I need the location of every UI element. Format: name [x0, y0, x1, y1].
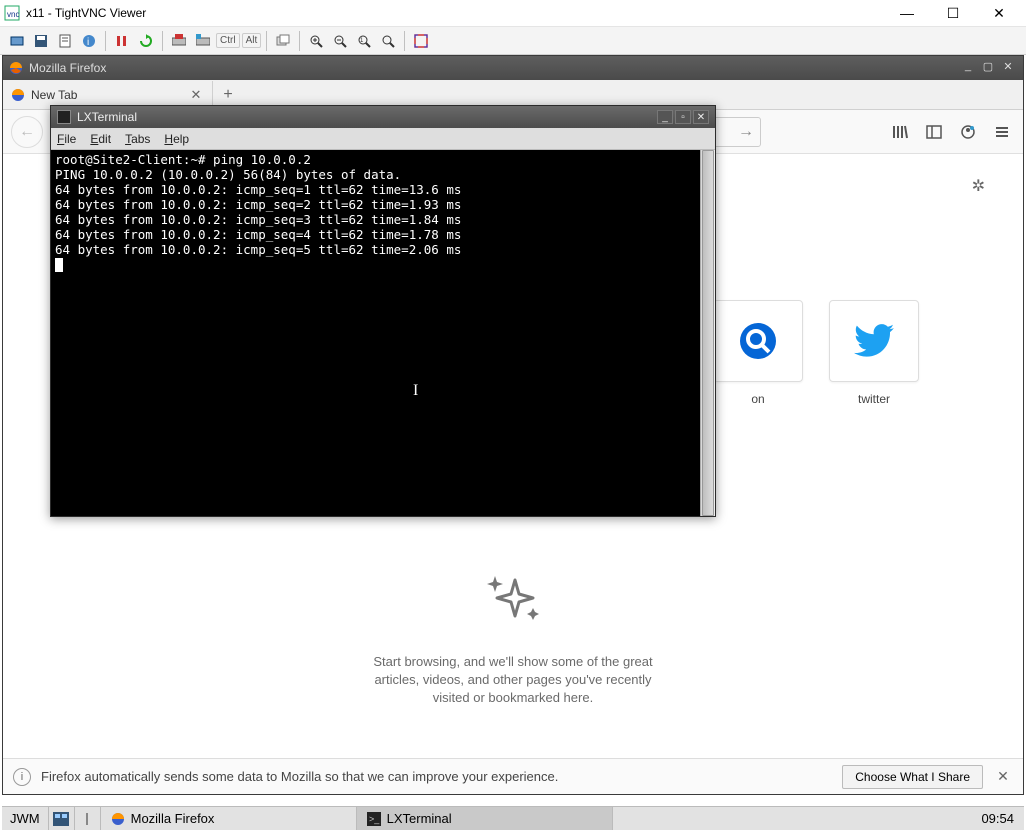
firefox-tab-icon — [11, 88, 25, 102]
vnc-cad-icon[interactable] — [168, 30, 190, 52]
vnc-title: x11 - TightVNC Viewer — [26, 6, 884, 20]
firefox-tab-label: New Tab — [31, 88, 182, 102]
menu-edit[interactable]: Edit — [90, 132, 111, 146]
firefox-infobar: i Firefox automatically sends some data … — [3, 758, 1023, 794]
sparkle-icon — [358, 574, 668, 639]
terminal-output[interactable]: root@Site2-Client:~# ping 10.0.0.2 PING … — [51, 150, 700, 516]
menu-file[interactable]: File — [57, 132, 76, 146]
info-icon: i — [13, 768, 31, 786]
lxterminal-menubar: File Edit Tabs Help — [51, 128, 715, 150]
tightvnc-icon: vnc — [4, 5, 20, 21]
firefox-icon — [9, 61, 23, 75]
show-desktop-icon[interactable] — [49, 807, 75, 830]
lxterminal-window: LXTerminal _ ▫ ✕ File Edit Tabs Help roo… — [50, 105, 716, 517]
vnc-new-connection-icon[interactable] — [6, 30, 28, 52]
terminal-icon: >_ — [367, 812, 381, 826]
highlights-text: articles, videos, and other pages you've… — [358, 671, 668, 689]
vnc-close-button[interactable]: ✕ — [976, 0, 1022, 27]
lxterminal-title: LXTerminal — [77, 110, 655, 124]
tray-separator-icon — [75, 807, 101, 830]
terminal-body[interactable]: root@Site2-Client:~# ping 10.0.0.2 PING … — [51, 150, 715, 516]
firefox-icon — [111, 812, 125, 826]
menu-tabs[interactable]: Tabs — [125, 132, 150, 146]
menu-icon[interactable] — [989, 119, 1015, 145]
vnc-zoomout-icon[interactable] — [329, 30, 351, 52]
svg-text:>_: >_ — [369, 814, 380, 824]
vnc-ctrlesc-icon[interactable] — [192, 30, 214, 52]
highlights-empty: Start browsing, and we'll show some of t… — [358, 574, 668, 708]
highlights-text: Start browsing, and we'll show some of t… — [358, 653, 668, 671]
vnc-alt-key[interactable]: Alt — [242, 33, 262, 48]
vnc-save-icon[interactable] — [30, 30, 52, 52]
twitter-icon — [849, 316, 899, 366]
sidebar-icon[interactable] — [921, 119, 947, 145]
term-minimize-button[interactable]: _ — [657, 110, 673, 124]
taskbar-clock[interactable]: 09:54 — [971, 811, 1024, 826]
firefox-minimize-button[interactable]: _ — [959, 60, 977, 76]
firefox-title: Mozilla Firefox — [29, 61, 957, 75]
vnc-titlebar: vnc x11 - TightVNC Viewer — ☐ ✕ — [0, 0, 1026, 27]
vnc-fullscreen-icon[interactable] — [410, 30, 432, 52]
vnc-zoomauto-icon[interactable] — [377, 30, 399, 52]
tab-close-icon[interactable]: ✕ — [188, 87, 204, 103]
lxterminal-titlebar[interactable]: LXTerminal _ ▫ ✕ — [51, 106, 715, 128]
firefox-close-button[interactable]: ✕ — [999, 60, 1017, 76]
infobar-close-icon[interactable]: ✕ — [993, 767, 1013, 787]
term-maximize-button[interactable]: ▫ — [675, 110, 691, 124]
svg-text:vnc: vnc — [7, 10, 19, 19]
vnc-zoomin-icon[interactable] — [305, 30, 327, 52]
vnc-maximize-button[interactable]: ☐ — [930, 0, 976, 27]
choose-what-i-share-button[interactable]: Choose What I Share — [842, 765, 983, 789]
terminal-icon — [57, 110, 71, 124]
vnc-transfer-icon[interactable] — [272, 30, 294, 52]
terminal-cursor — [55, 258, 63, 272]
term-close-button[interactable]: ✕ — [693, 110, 709, 124]
taskbar-item-lxterminal[interactable]: >_ LXTerminal — [357, 807, 613, 830]
taskbar-item-label: LXTerminal — [387, 811, 452, 826]
topsite-tile[interactable]: twitter — [829, 300, 919, 406]
vnc-pause-icon[interactable] — [111, 30, 133, 52]
topsite-tile[interactable]: on — [713, 300, 803, 406]
topsite-tiles: on twitter — [713, 300, 919, 406]
text-cursor-icon: I — [413, 382, 418, 400]
vnc-minimize-button[interactable]: — — [884, 0, 930, 27]
svg-text:1: 1 — [360, 38, 364, 44]
vnc-toolbar: i Ctrl Alt 1 — [0, 27, 1026, 55]
terminal-scrollbar[interactable] — [700, 150, 715, 516]
account-icon[interactable] — [955, 119, 981, 145]
vnc-info-icon[interactable]: i — [78, 30, 100, 52]
vnc-ctrl-key[interactable]: Ctrl — [216, 33, 240, 48]
highlights-text: visited or bookmarked here. — [358, 689, 668, 707]
taskbar-item-label: Mozilla Firefox — [131, 811, 215, 826]
firefox-maximize-button[interactable]: ▢ — [979, 60, 997, 76]
firefox-titlebar[interactable]: Mozilla Firefox _ ▢ ✕ — [3, 56, 1023, 80]
vnc-zoom100-icon[interactable]: 1 — [353, 30, 375, 52]
tile-label: on — [713, 392, 803, 406]
go-arrow-icon[interactable]: → — [738, 123, 754, 141]
back-button[interactable]: ← — [11, 116, 43, 148]
taskbar-item-firefox[interactable]: Mozilla Firefox — [101, 807, 357, 830]
newtab-settings-icon[interactable]: ✲ — [972, 176, 985, 196]
vnc-options-icon[interactable] — [54, 30, 76, 52]
infobar-message: Firefox automatically sends some data to… — [41, 769, 832, 784]
tile-label: twitter — [829, 392, 919, 406]
vnc-refresh-icon[interactable] — [135, 30, 157, 52]
magnifier-icon — [736, 319, 780, 363]
menu-help[interactable]: Help — [164, 132, 189, 146]
library-icon[interactable] — [887, 119, 913, 145]
svg-text:i: i — [87, 37, 89, 48]
jwm-menu-button[interactable]: JWM — [2, 807, 49, 830]
taskbar: JWM Mozilla Firefox >_ LXTerminal 09:54 — [2, 806, 1024, 830]
remote-desktop: Mozilla Firefox _ ▢ ✕ New Tab ✕ + ← → — [0, 55, 1026, 830]
